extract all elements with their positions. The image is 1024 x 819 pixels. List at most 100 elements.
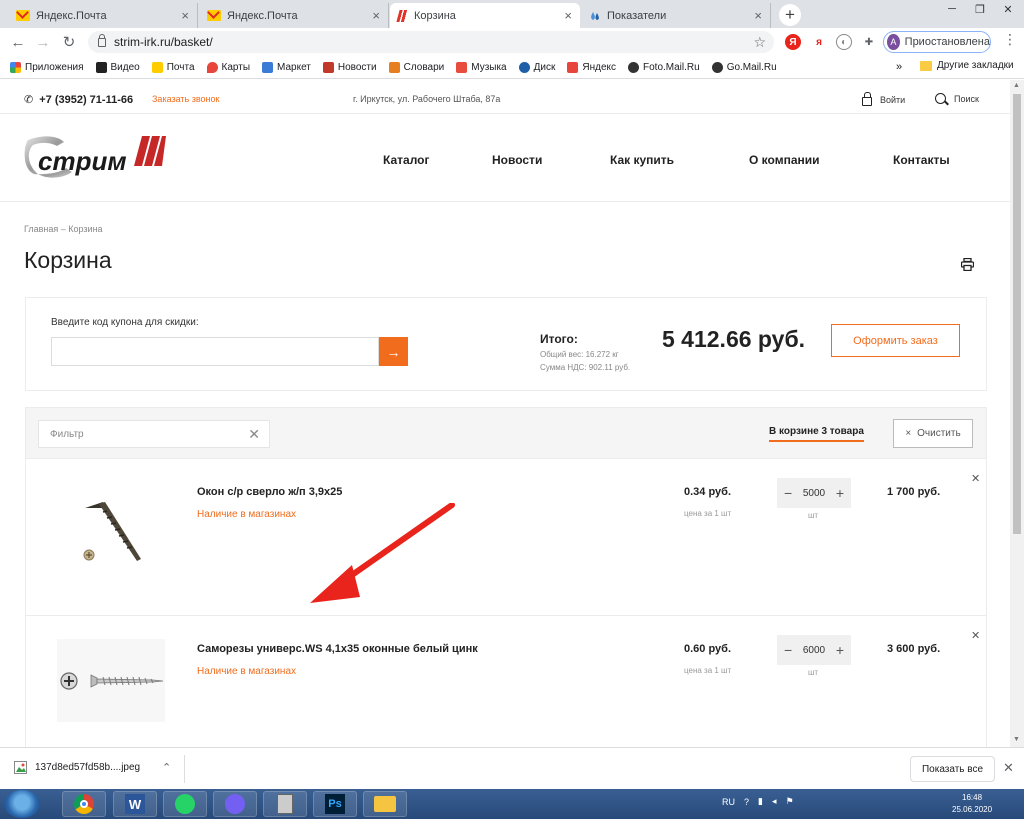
flag-icon[interactable]: ⚑	[786, 796, 794, 807]
scroll-down-icon[interactable]: ▼	[1013, 736, 1020, 743]
photoshop-taskbar-icon[interactable]: Ps	[313, 791, 357, 817]
availability-link[interactable]: Наличие в магазинах	[197, 509, 296, 520]
clear-cart-button[interactable]: × Очистить	[893, 419, 973, 448]
new-tab-button[interactable]: +	[779, 4, 801, 26]
item-name[interactable]: Саморезы универс.WS 4,1х35 оконные белый…	[197, 643, 478, 655]
bookmarks-overflow-button[interactable]: »	[896, 61, 902, 73]
nav-catalog[interactable]: Каталог	[383, 153, 430, 167]
volume-icon[interactable]: ◂	[772, 796, 777, 807]
minus-icon[interactable]: −	[784, 485, 792, 501]
forward-arrow-icon[interactable]: →	[34, 33, 52, 51]
tab-indicators[interactable]: Показатели ×	[581, 3, 771, 28]
plus-icon[interactable]: +	[836, 642, 844, 658]
clock[interactable]: 16:48 25.06.2020	[952, 792, 992, 816]
phone[interactable]: ✆ +7 (3952) 71-11-66	[24, 93, 133, 107]
bookmark-yandex[interactable]: Яндекс	[567, 62, 616, 73]
yandex-extension-icon[interactable]: Я	[785, 34, 801, 50]
search-link[interactable]: Поиск	[935, 93, 979, 104]
language-indicator[interactable]: RU	[722, 797, 735, 807]
calculator-taskbar-icon[interactable]	[263, 791, 307, 817]
explorer-taskbar-icon[interactable]	[363, 791, 407, 817]
profile-button[interactable]: А Приостановлена	[883, 31, 991, 53]
sync-extension-icon[interactable]: ◐	[836, 34, 852, 50]
bookmark-apps[interactable]: Приложения	[10, 62, 84, 73]
more-menu-icon[interactable]: ⋮	[1003, 31, 1017, 48]
plus-icon[interactable]: +	[836, 485, 844, 501]
other-bookmarks[interactable]: Другие закладки	[920, 60, 1014, 71]
clear-filter-icon[interactable]: ✕	[248, 426, 260, 443]
bookmark-market[interactable]: Маркет	[262, 62, 311, 73]
start-button[interactable]	[4, 790, 40, 818]
print-icon[interactable]	[961, 258, 974, 271]
nav-contacts[interactable]: Контакты	[893, 153, 950, 167]
star-icon[interactable]: ☆	[753, 34, 766, 51]
bookmark-news[interactable]: Новости	[322, 62, 377, 73]
nav-news[interactable]: Новости	[492, 153, 542, 167]
quantity-value[interactable]: 5000	[803, 488, 825, 499]
whatsapp-taskbar-icon[interactable]	[163, 791, 207, 817]
callback-link[interactable]: Заказать звонок	[152, 94, 219, 104]
window-close-button[interactable]: ✕	[994, 0, 1022, 18]
self-tapping-screw-image[interactable]	[57, 639, 165, 722]
viber-taskbar-icon[interactable]	[213, 791, 257, 817]
maximize-button[interactable]: ❐	[966, 0, 994, 18]
show-all-downloads-button[interactable]: Показать все	[910, 756, 995, 782]
close-icon[interactable]: ✕	[1003, 760, 1014, 776]
remove-item-icon[interactable]: ✕	[971, 629, 980, 642]
checkout-button[interactable]: Оформить заказ	[831, 324, 960, 357]
coupon-submit-button[interactable]: →	[379, 337, 408, 366]
back-arrow-icon[interactable]: ←	[9, 33, 27, 51]
site-logo[interactable]: стрим	[24, 132, 166, 187]
tab-yandex-mail-2[interactable]: Яндекс.Почта ×	[199, 3, 389, 28]
bookmark-mail[interactable]: Почта	[151, 62, 195, 73]
reload-icon[interactable]: ↻	[60, 33, 78, 51]
word-taskbar-icon[interactable]: W	[113, 791, 157, 817]
puzzle-icon[interactable]: ✚	[861, 34, 877, 50]
scroll-up-icon[interactable]: ▲	[1013, 82, 1020, 89]
availability-link[interactable]: Наличие в магазинах	[197, 666, 296, 677]
download-item[interactable]: 137d8ed57fd58b....jpeg	[14, 761, 140, 774]
close-icon[interactable]: ×	[564, 8, 572, 23]
quantity-stepper[interactable]: − 6000 +	[777, 635, 851, 665]
coupon-input[interactable]	[51, 337, 379, 366]
network-icon[interactable]: ▮	[758, 796, 763, 807]
login-link[interactable]: Войти	[862, 92, 905, 106]
screw-drill-image[interactable]	[57, 482, 165, 565]
bookmark-foto-mail[interactable]: Foto.Mail.Ru	[628, 62, 700, 73]
bookmarks-bar: Приложения Видео Почта Карты Маркет Ново…	[0, 57, 1024, 79]
scrollbar-thumb[interactable]	[1013, 94, 1021, 534]
dictionary-icon	[388, 62, 400, 73]
bookmark-go-mail[interactable]: Go.Mail.Ru	[711, 62, 777, 73]
close-icon[interactable]: ×	[372, 8, 380, 23]
address-bar[interactable]: strim-irk.ru/basket/ ☆	[88, 31, 774, 53]
close-icon[interactable]: ×	[181, 8, 189, 23]
cart-count-tab[interactable]: В корзине 3 товара	[769, 426, 864, 442]
clock-date: 25.06.2020	[952, 805, 993, 814]
bookmark-disk[interactable]: Диск	[518, 62, 555, 73]
bookmark-dictionaries[interactable]: Словари	[388, 62, 444, 73]
close-icon[interactable]: ×	[754, 8, 762, 23]
filter-input[interactable]: Фильтр ✕	[38, 420, 270, 448]
minimize-button[interactable]: ─	[938, 0, 966, 18]
cart-icon	[262, 62, 274, 73]
tab-yandex-mail-1[interactable]: Яндекс.Почта ×	[8, 3, 198, 28]
remove-item-icon[interactable]: ✕	[971, 472, 980, 485]
tab-basket[interactable]: Корзина ×	[390, 3, 580, 28]
photo-icon	[628, 62, 639, 73]
chrome-taskbar-icon[interactable]	[62, 791, 106, 817]
quantity-value[interactable]: 6000	[803, 645, 825, 656]
avatar: А	[887, 34, 900, 50]
quantity-stepper[interactable]: − 5000 +	[777, 478, 851, 508]
chevron-up-icon[interactable]: ⌃	[162, 761, 171, 774]
breadcrumb[interactable]: Главная – Корзина	[24, 224, 103, 234]
yandex-search-icon[interactable]: я	[811, 34, 827, 50]
bookmark-music[interactable]: Музыка	[456, 62, 507, 73]
nav-how-to-buy[interactable]: Как купить	[610, 153, 674, 167]
page-scrollbar[interactable]: ▲ ▼	[1010, 80, 1024, 747]
bookmark-video[interactable]: Видео	[95, 62, 140, 73]
tray-icon[interactable]: ?	[744, 797, 749, 807]
minus-icon[interactable]: −	[784, 642, 792, 658]
nav-about[interactable]: О компании	[749, 153, 820, 167]
bookmark-maps[interactable]: Карты	[206, 62, 250, 73]
item-name[interactable]: Окон с/р сверло ж/п 3,9х25	[197, 486, 342, 498]
